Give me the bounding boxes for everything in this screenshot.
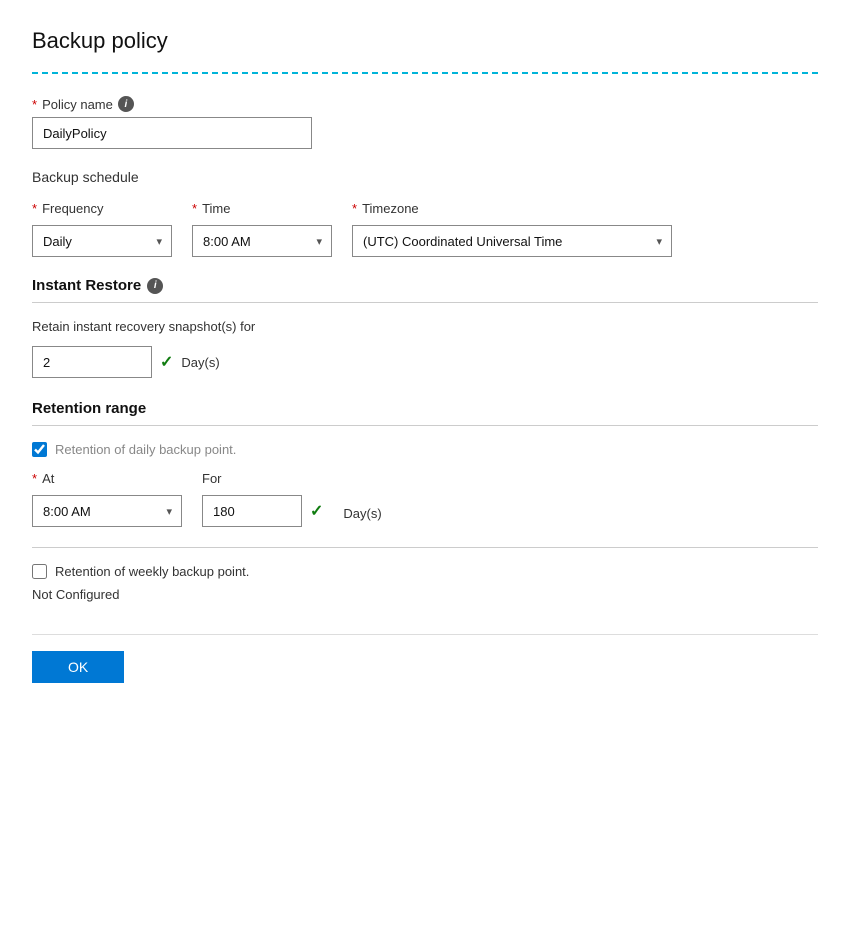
timezone-field: * Timezone (UTC) Coordinated Universal T… [352, 201, 672, 257]
timezone-wrapper: (UTC) Coordinated Universal Time (UTC+05… [352, 225, 672, 257]
timezone-select[interactable]: (UTC) Coordinated Universal Time (UTC+05… [352, 225, 672, 257]
retain-value-input[interactable] [32, 346, 152, 378]
for-unit-label: Day(s) [343, 506, 381, 521]
timezone-label-text: Timezone [362, 201, 419, 216]
at-field: * At 8:00 AM 12:00 AM 4:00 AM 12:00 PM ▾ [32, 471, 182, 527]
required-star-time: * [192, 201, 197, 216]
instant-restore-divider [32, 302, 818, 303]
instant-restore-info-icon[interactable]: i [147, 278, 163, 294]
retention-range-section: Retention range Retention of daily backu… [32, 400, 818, 602]
at-label: * At [32, 471, 182, 486]
time-label-text: Time [202, 201, 230, 216]
required-star-at: * [32, 471, 37, 486]
for-input-row: ✓ [202, 495, 323, 527]
policy-name-input[interactable] [32, 117, 312, 149]
backup-schedule-label: Backup schedule [32, 169, 818, 185]
retention-range-header: Retention range [32, 400, 818, 417]
backup-schedule-section: Backup schedule * Frequency Daily Weekly… [32, 169, 818, 257]
frequency-label-text: Frequency [42, 201, 103, 216]
bottom-divider [32, 547, 818, 548]
top-divider [32, 72, 818, 74]
time-label: * Time [192, 201, 332, 216]
instant-restore-header: Instant Restore i [32, 277, 818, 294]
required-star-tz: * [352, 201, 357, 216]
weekly-backup-checkbox[interactable] [32, 564, 47, 579]
frequency-field: * Frequency Daily Weekly Monthly ▾ [32, 201, 172, 257]
retention-range-divider [32, 425, 818, 426]
policy-name-label-text: Policy name [42, 97, 113, 112]
instant-restore-title: Instant Restore [32, 277, 141, 294]
not-configured-label: Not Configured [32, 587, 818, 602]
retain-unit-label: Day(s) [181, 355, 219, 370]
weekly-backup-checkbox-label: Retention of weekly backup point. [55, 564, 249, 579]
daily-checkbox-row: Retention of daily backup point. [32, 442, 818, 457]
time-wrapper: 8:00 AM 12:00 AM 4:00 AM 10:00 AM ▾ [192, 225, 332, 257]
policy-name-section: * Policy name i [32, 96, 818, 149]
required-star-policy: * [32, 97, 37, 112]
instant-restore-section: Instant Restore i Retain instant recover… [32, 277, 818, 378]
at-select[interactable]: 8:00 AM 12:00 AM 4:00 AM 12:00 PM [32, 495, 182, 527]
daily-backup-checkbox-label: Retention of daily backup point. [55, 442, 236, 457]
frequency-label: * Frequency [32, 201, 172, 216]
frequency-select[interactable]: Daily Weekly Monthly [32, 225, 172, 257]
retain-input-row: ✓ Day(s) [32, 346, 818, 378]
timezone-label: * Timezone [352, 201, 672, 216]
ok-button[interactable]: OK [32, 651, 124, 683]
at-for-row: * At 8:00 AM 12:00 AM 4:00 AM 12:00 PM ▾… [32, 471, 818, 527]
for-value-input[interactable] [202, 495, 302, 527]
retain-check-icon: ✓ [160, 352, 173, 372]
backup-policy-panel: Backup policy * Policy name i Backup sch… [0, 0, 850, 942]
required-star-freq: * [32, 201, 37, 216]
schedule-row: * Frequency Daily Weekly Monthly ▾ * Tim… [32, 201, 818, 257]
page-title: Backup policy [32, 28, 818, 54]
time-select[interactable]: 8:00 AM 12:00 AM 4:00 AM 10:00 AM [192, 225, 332, 257]
at-wrapper: 8:00 AM 12:00 AM 4:00 AM 12:00 PM ▾ [32, 495, 182, 527]
daily-backup-checkbox[interactable] [32, 442, 47, 457]
retention-range-title: Retention range [32, 400, 146, 417]
time-field: * Time 8:00 AM 12:00 AM 4:00 AM 10:00 AM… [192, 201, 332, 257]
policy-name-label: * Policy name i [32, 96, 818, 112]
weekly-checkbox-row: Retention of weekly backup point. [32, 564, 818, 579]
footer-divider [32, 634, 818, 635]
at-label-text: At [42, 471, 54, 486]
retain-label: Retain instant recovery snapshot(s) for [32, 319, 818, 334]
for-field: For ✓ [202, 471, 323, 527]
policy-name-info-icon[interactable]: i [118, 96, 134, 112]
for-label: For [202, 471, 323, 486]
for-check-icon: ✓ [310, 501, 323, 521]
frequency-wrapper: Daily Weekly Monthly ▾ [32, 225, 172, 257]
